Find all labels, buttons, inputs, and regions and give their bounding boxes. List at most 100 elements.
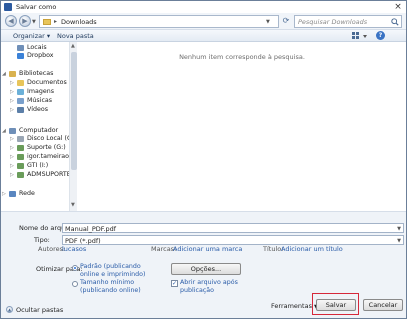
nav-item[interactable]: ▷ ADMSUPORTE (K xyxy=(1,171,76,180)
navigation-pane: Locais Dropbox ◢ Bibliotecas ▷ Documentos ▷ Ima… xyxy=(1,42,77,211)
search-box[interactable] xyxy=(294,15,402,28)
tools-menu[interactable]: Ferramentas ▼ xyxy=(271,302,318,310)
network-drive-icon xyxy=(17,163,24,169)
open-after-line2: publicação xyxy=(180,286,214,294)
network-icon xyxy=(9,191,16,197)
forward-button[interactable]: ▶ xyxy=(19,15,31,27)
scroll-up-icon[interactable]: ▲ xyxy=(71,43,75,49)
address-path[interactable]: Downloads xyxy=(61,18,97,26)
chevron-up-icon: ▲ xyxy=(6,306,13,313)
music-icon xyxy=(17,98,24,104)
computer-icon xyxy=(9,128,16,134)
window-title: Salvar como xyxy=(16,3,57,11)
tree-collapse-icon[interactable]: ◢ xyxy=(2,71,6,77)
options-button[interactable]: Opções... xyxy=(171,263,241,275)
optimize-minimum-line2: (publicando online) xyxy=(80,286,141,294)
address-path-box[interactable]: ▸ Downloads ▼ xyxy=(39,15,279,28)
address-bar: ◀ ▶ ▼ ▸ Downloads ▼ ⟳ xyxy=(1,13,406,30)
nav-item-label: Suporte (G:) xyxy=(27,144,66,151)
tree-expand-icon[interactable]: ▷ xyxy=(10,145,14,151)
change-view-icon[interactable] xyxy=(351,31,369,41)
close-icon[interactable]: × xyxy=(392,3,404,12)
file-type-select[interactable]: PDF (*.pdf) ▼ xyxy=(62,235,404,245)
navigation-scrollbar[interactable]: ▲ ▼ xyxy=(69,42,77,211)
back-button[interactable]: ◀ xyxy=(5,15,17,27)
title-bar: Salvar como × xyxy=(1,1,406,13)
search-input[interactable] xyxy=(298,17,388,27)
chevron-down-icon[interactable]: ▼ xyxy=(397,238,401,244)
chevron-down-icon[interactable]: ▼ xyxy=(397,226,401,232)
word-app-icon xyxy=(4,3,12,11)
save-as-dialog: Salvar como × ◀ ▶ ▼ ▸ Downloads ▼ ⟳ Orga… xyxy=(0,0,407,319)
help-icon[interactable]: ? xyxy=(376,31,385,40)
tree-expand-icon[interactable]: ▷ xyxy=(10,136,14,142)
file-type-value[interactable]: PDF (*.pdf) xyxy=(65,237,101,245)
tree-expand-icon[interactable]: ▷ xyxy=(10,80,14,86)
videos-icon xyxy=(17,107,24,113)
organize-menu[interactable]: Organizar ▾ xyxy=(13,32,50,40)
open-after-publish-label[interactable]: Abrir arquivo após publicação xyxy=(180,279,238,294)
new-folder-button[interactable]: Nova pasta xyxy=(57,32,94,40)
tree-collapse-icon[interactable]: ◢ xyxy=(2,128,6,134)
nav-item[interactable]: ▷ Músicas xyxy=(1,97,71,106)
network-drive-icon xyxy=(17,145,24,151)
tree-expand-icon[interactable]: ▷ xyxy=(10,98,14,104)
recent-places-icon xyxy=(17,45,24,51)
refresh-icon[interactable]: ⟳ xyxy=(279,15,293,28)
nav-item[interactable]: ▷ Vídeos xyxy=(1,106,71,115)
file-list[interactable]: Nenhum item corresponde à pesquisa. xyxy=(78,42,406,211)
open-after-line1: Abrir arquivo após xyxy=(180,279,238,286)
nav-item[interactable]: ▷ Rede xyxy=(1,190,71,199)
search-icon[interactable] xyxy=(391,18,399,26)
tree-expand-icon[interactable]: ▷ xyxy=(10,89,14,95)
optimize-standard-radio[interactable] xyxy=(72,265,78,271)
chevron-right-icon[interactable]: ▸ xyxy=(54,18,57,25)
open-after-publish-checkbox[interactable]: ✓ xyxy=(171,280,178,287)
empty-result-message: Nenhum item corresponde à pesquisa. xyxy=(179,53,305,61)
cancel-button[interactable]: Cancelar xyxy=(363,299,403,311)
command-bar: Organizar ▾ Nova pasta ? xyxy=(1,30,406,42)
filename-value[interactable]: Manual_PDF.pdf xyxy=(65,225,116,233)
tools-label: Ferramentas xyxy=(271,302,312,310)
nav-item[interactable]: ▷ Imagens xyxy=(1,88,71,97)
nav-item-label: Músicas xyxy=(27,97,53,104)
dropbox-icon xyxy=(17,53,24,59)
nav-item-label: Imagens xyxy=(27,88,54,95)
network-drive-icon xyxy=(17,172,24,178)
nav-item-label: Locais xyxy=(27,44,47,51)
scrollbar-thumb[interactable] xyxy=(71,52,77,170)
optimize-standard-line1: Padrão (publicando xyxy=(80,263,141,270)
type-label: Tipo: xyxy=(34,236,50,244)
network-drive-icon xyxy=(17,154,24,160)
tree-expand-icon[interactable]: ▷ xyxy=(10,154,14,160)
recent-locations-chevron-icon[interactable]: ▼ xyxy=(32,19,36,25)
scroll-down-icon[interactable]: ▼ xyxy=(71,202,75,208)
nav-item[interactable]: ▷ igor.tameirao (\\ xyxy=(1,153,76,162)
add-tag-link[interactable]: Adicionar uma marca xyxy=(173,245,242,253)
optimize-minimum-label[interactable]: Tamanho mínimo (publicando online) xyxy=(80,279,141,294)
tree-expand-icon[interactable]: ▷ xyxy=(10,107,14,113)
tree-expand-icon[interactable]: ▷ xyxy=(2,191,6,197)
nav-item[interactable]: Dropbox xyxy=(1,52,71,61)
tree-expand-icon[interactable]: ▷ xyxy=(10,163,14,169)
nav-item-label: Rede xyxy=(19,190,35,197)
optimize-standard-label[interactable]: Padrão (publicando online e imprimindo) xyxy=(80,263,145,278)
authors-value[interactable]: lucasos xyxy=(62,245,86,253)
nav-item-label: Computador xyxy=(19,127,59,134)
nav-item[interactable]: ▷ GTI (I:) xyxy=(1,162,71,171)
hide-folders-button[interactable]: ▲ Ocultar pastas xyxy=(6,305,66,315)
nav-item-label: Bibliotecas xyxy=(19,70,54,77)
local-disk-icon xyxy=(17,136,24,142)
filename-field[interactable]: Manual_PDF.pdf ▼ xyxy=(62,223,404,233)
tree-expand-icon[interactable]: ▷ xyxy=(10,172,14,178)
optimize-standard-line2: online e imprimindo) xyxy=(80,270,146,278)
nav-item[interactable]: ▷ Documentos xyxy=(1,79,71,88)
nav-item-label: Vídeos xyxy=(27,106,49,113)
chevron-down-icon[interactable]: ▼ xyxy=(266,19,270,25)
documents-icon xyxy=(17,80,24,86)
optimize-minimum-radio[interactable] xyxy=(72,281,78,287)
nav-item[interactable]: ▷ Suporte (G:) xyxy=(1,144,71,153)
add-title-link[interactable]: Adicionar um título xyxy=(281,245,343,253)
nav-item[interactable]: ▷ Disco Local (C:) xyxy=(1,135,76,144)
nav-item[interactable]: ◢ Bibliotecas xyxy=(1,70,71,79)
